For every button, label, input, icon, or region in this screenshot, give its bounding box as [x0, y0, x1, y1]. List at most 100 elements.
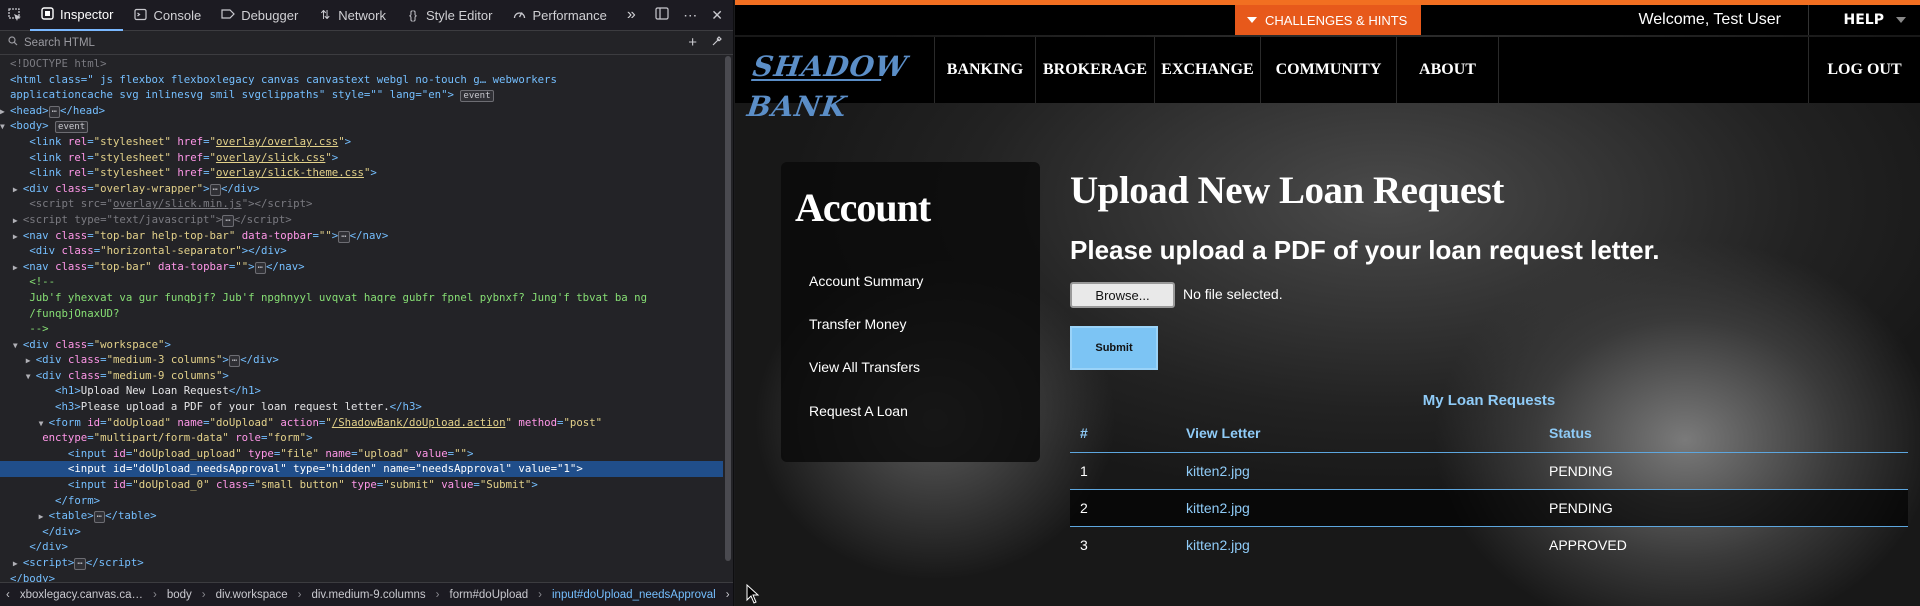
collapsed-badge[interactable]: ⋯	[93, 511, 106, 524]
inspector-icon	[40, 7, 54, 21]
tree-row[interactable]: ▶ <div class="overlay-wrapper"> ⋯ </div>	[0, 181, 723, 197]
nav-exchange[interactable]: EXCHANGE	[1154, 37, 1260, 103]
collapsed-badge[interactable]: ⋯	[228, 355, 241, 368]
tree-row[interactable]: <h1>Upload New Loan Request</h1>	[0, 383, 723, 399]
letter-link[interactable]: kitten2.jpg	[1186, 490, 1250, 527]
collapsed-badge[interactable]: ⋯	[254, 261, 266, 274]
breadcrumb-item[interactable]: div.medium-9.columns	[311, 589, 425, 601]
event-badge[interactable]: event	[55, 121, 89, 134]
tab-console[interactable]: Console	[123, 0, 211, 31]
tree-row[interactable]: /funqbjOnaxUD?	[0, 306, 723, 322]
tree-row[interactable]: </div>	[0, 524, 723, 540]
tree-row[interactable]: ▼ <div class="workspace">	[0, 337, 723, 353]
tree-row[interactable]: ▶ <table> ⋯ </table>	[0, 508, 723, 524]
link-request-a-loan[interactable]: Request A Loan	[809, 403, 908, 419]
tab-debugger[interactable]: Debugger	[211, 0, 308, 31]
tree-row[interactable]: <link rel="stylesheet" href="overlay/sli…	[0, 150, 723, 166]
tree-row[interactable]: ▶ <nav class="top-bar" data-topbar=""> ⋯ </…	[0, 259, 723, 275]
row-number: 1	[1080, 463, 1088, 479]
event-badge[interactable]: event	[460, 90, 494, 103]
nav-about[interactable]: ABOUT	[1396, 37, 1499, 103]
close-icon[interactable]: ✕	[711, 7, 723, 24]
tree-row[interactable]: ▼ <form id="doUpload" name="doUpload" act…	[0, 415, 723, 431]
shadow-bank-logo[interactable]: SHADOW BANK	[745, 47, 946, 123]
status-text: APPROVED	[1549, 537, 1627, 553]
submit-button[interactable]: Submit	[1070, 326, 1158, 370]
browse-file-button[interactable]: Browse...	[1070, 282, 1175, 308]
breadcrumb-item[interactable]: div.workspace	[216, 589, 288, 601]
markup-tree[interactable]: <!DOCTYPE html> <html class=" js flexbox…	[0, 56, 723, 582]
tree-row[interactable]: ▶ <nav class="top-bar help-top-bar" data-…	[0, 228, 723, 244]
row-number: 3	[1080, 537, 1088, 553]
nav-banking[interactable]: BANKING	[934, 37, 1035, 103]
collapsed-badge[interactable]: ⋯	[74, 558, 86, 570]
challenges-label: CHALLENGES & HINTS	[1265, 12, 1408, 28]
table-row: 1 kitten2.jpg PENDING	[1070, 453, 1908, 490]
tree-row[interactable]: </form>	[0, 493, 723, 509]
more-options-icon[interactable]: ⋯	[683, 7, 697, 24]
breadcrumb-item[interactable]: form#doUpload	[450, 589, 529, 601]
tree-row[interactable]: -->	[0, 321, 723, 337]
tree-row[interactable]: <script src="overlay/slick.min.js"></scr…	[0, 196, 723, 212]
caret-down-icon	[1896, 17, 1906, 23]
element-picker-icon[interactable]	[0, 0, 30, 31]
link-account-summary[interactable]: Account Summary	[809, 273, 923, 289]
tab-performance[interactable]: Performance	[502, 0, 616, 31]
tab-inspector[interactable]: Inspector	[30, 0, 124, 31]
tab-label: Style Editor	[425, 7, 493, 23]
eyedropper-icon[interactable]	[711, 34, 723, 51]
breadcrumb-back-icon[interactable]: ‹	[6, 589, 10, 601]
letter-link[interactable]: kitten2.jpg	[1186, 453, 1250, 490]
tree-row[interactable]: enctype="multipart/form-data" role="form…	[0, 430, 723, 446]
tree-row[interactable]: ▶ <script type="text/javascript"> ⋯ </scrip…	[0, 212, 723, 228]
nav-brokerage[interactable]: BROKERAGE	[1035, 37, 1154, 103]
tab-style-editor[interactable]: {} Style Editor	[396, 0, 502, 31]
tree-row[interactable]: <!DOCTYPE html>	[0, 56, 723, 72]
add-node-icon[interactable]: +	[688, 34, 697, 51]
nav-community[interactable]: COMMUNITY	[1260, 37, 1396, 103]
tree-row[interactable]: ▼ <body> event	[0, 118, 723, 134]
breadcrumb-item-current[interactable]: input#doUpload_needsApproval	[552, 589, 716, 601]
help-menu[interactable]: HELP	[1844, 5, 1906, 35]
tree-row[interactable]: </body>	[0, 571, 723, 582]
tree-row[interactable]: </div>	[0, 539, 723, 555]
html-search-bar: Search HTML +	[0, 31, 733, 55]
tree-row-selected[interactable]: <input id="doUpload_needsApproval" type=…	[0, 461, 723, 478]
collapsed-badge[interactable]: ⋯	[338, 230, 350, 243]
link-view-all-transfers[interactable]: View All Transfers	[809, 359, 920, 375]
tree-row[interactable]: <h3>Please upload a PDF of your loan req…	[0, 399, 723, 415]
tree-row[interactable]: <!--	[0, 274, 723, 290]
tree-row[interactable]: ▶ <div class="medium-3 columns"> ⋯ </div>	[0, 352, 723, 368]
tree-row[interactable]: <link rel="stylesheet" href="overlay/ove…	[0, 134, 723, 150]
more-tabs-icon[interactable]: »	[617, 0, 646, 31]
collapsed-badge[interactable]: ⋯	[222, 214, 234, 227]
breadcrumb-item[interactable]: xboxlegacy.canvas.ca…	[20, 589, 143, 601]
link-transfer-money[interactable]: Transfer Money	[809, 316, 907, 332]
tree-row[interactable]: <div class="horizontal-separator"></div>	[0, 243, 723, 259]
collapsed-badge[interactable]: ⋯	[48, 105, 61, 118]
tree-row[interactable]: ▶ <script> ⋯ </script>	[0, 555, 723, 571]
tree-row[interactable]: <link rel="stylesheet" href="overlay/sli…	[0, 165, 723, 181]
tree-row[interactable]: ▶ <head> ⋯ </head>	[0, 103, 723, 119]
breadcrumb-item[interactable]: body	[167, 589, 192, 601]
tree-row[interactable]: <input id="doUpload_upload" type="file" …	[0, 446, 723, 462]
collapsed-badge[interactable]: ⋯	[209, 183, 221, 196]
scrollbar[interactable]	[725, 56, 731, 561]
help-top-bar: CHALLENGES & HINTS Welcome, Test User HE…	[735, 5, 1920, 35]
tab-label: Console	[153, 7, 202, 23]
challenges-hints-button[interactable]: CHALLENGES & HINTS	[1235, 5, 1422, 35]
tree-row[interactable]: <html class=" js flexbox flexboxlegacy c…	[0, 72, 723, 88]
console-icon	[133, 8, 147, 22]
dock-side-icon[interactable]	[655, 7, 669, 23]
letter-link[interactable]: kitten2.jpg	[1186, 527, 1250, 564]
tree-row[interactable]: Jub'f yhexvat va gur funqbjf? Jub'f npgh…	[0, 290, 723, 306]
tree-row[interactable]: ▼ <div class="medium-9 columns">	[0, 368, 723, 384]
tree-row[interactable]: <input id="doUpload_0" class="small butt…	[0, 477, 723, 493]
breadcrumb-forward-icon[interactable]: ›	[726, 589, 730, 601]
logout-button[interactable]: LOG OUT	[1808, 37, 1920, 103]
tree-row[interactable]: applicationcache svg inlinesvg smil svgc…	[0, 87, 723, 103]
welcome-text: Welcome, Test User	[1638, 11, 1781, 28]
tab-label: Performance	[532, 7, 607, 23]
search-input[interactable]: Search HTML	[24, 37, 95, 49]
tab-network[interactable]: ⇅ Network	[308, 0, 396, 31]
